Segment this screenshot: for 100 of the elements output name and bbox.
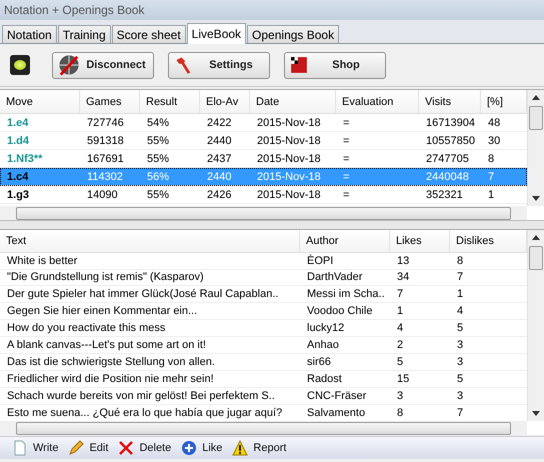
table-cell-text: 7 bbox=[396, 287, 404, 302]
table-cell-text: 48 bbox=[487, 116, 502, 130]
comment-row[interactable]: Der gute Spieler hat immer Glück(José Raul Capablan.. Messi im Scha.. 7 1 bbox=[0, 286, 527, 304]
shop-button[interactable]: Shop bbox=[284, 52, 386, 78]
scroll-up-icon[interactable] bbox=[532, 235, 540, 240]
column-header[interactable]: Author bbox=[300, 230, 390, 252]
table-cell-text: 56% bbox=[146, 170, 170, 184]
move-row[interactable]: 1.c4 114302 56% 2440 2015-Nov-18 = 2440048 7 bbox=[0, 168, 527, 186]
column-header[interactable]: Elo-Av bbox=[200, 90, 250, 113]
comment-row[interactable]: Gegen Sie hier einen Kommentar ein... Voodoo Chile 1 4 bbox=[0, 303, 527, 320]
comment-row[interactable]: White is better ÈOPI 13 8 bbox=[0, 252, 527, 270]
table-cell-text: How do you reactivate this mess bbox=[6, 321, 166, 336]
table-cell-text: Voodoo Chile bbox=[306, 304, 374, 320]
document-icon bbox=[12, 440, 28, 456]
table-cell-text: 4 bbox=[396, 321, 404, 336]
table-cell-text: = bbox=[342, 116, 350, 130]
table-cell-text: 2437 bbox=[206, 152, 232, 166]
table-cell-text: Anhao bbox=[306, 338, 340, 354]
scroll-up-icon[interactable] bbox=[532, 95, 540, 100]
comment-row[interactable]: "Die Grundstellung ist remis" (Kasparov) DarthVader 34 7 bbox=[0, 270, 527, 286]
table-cell-text: 1 bbox=[456, 287, 464, 302]
table-cell-text: 1.d4 bbox=[6, 134, 30, 148]
column-header[interactable]: Text bbox=[0, 230, 300, 252]
table-cell-text: Salvamento bbox=[306, 406, 366, 421]
settings-button[interactable]: Settings bbox=[168, 52, 270, 78]
table-cell-text: 1 bbox=[487, 188, 496, 202]
table-cell-text: = bbox=[342, 134, 350, 148]
table-cell-text: 2422 bbox=[206, 116, 232, 130]
table-cell-text: 2015-Nov-18 bbox=[256, 116, 322, 130]
table-cell-text: 4 bbox=[456, 304, 464, 320]
tab[interactable]: Notation bbox=[2, 25, 57, 43]
column-header[interactable]: Games bbox=[80, 90, 140, 113]
table-cell-text: A blank canvas---Let's put some art on it! bbox=[6, 338, 207, 354]
table-cell-text: 5 bbox=[456, 321, 464, 336]
column-header[interactable]: Likes bbox=[390, 230, 450, 252]
delete-icon bbox=[118, 440, 134, 456]
write-button[interactable]: Write bbox=[12, 440, 58, 456]
table-cell-text: 7 bbox=[456, 406, 464, 421]
window-title: Notation + Openings Book bbox=[0, 0, 544, 20]
comment-row[interactable]: Das ist die schwierigste Stellung von allen. sir66 5 3 bbox=[0, 354, 527, 372]
table-cell-text: 8 bbox=[456, 254, 464, 268]
comment-row[interactable]: A blank canvas---Let's put some art on it! Anhao 2 3 bbox=[0, 337, 527, 354]
table-cell-text: 7 bbox=[456, 270, 464, 286]
column-header[interactable]: Date bbox=[250, 90, 336, 113]
table-cell-text: 5 bbox=[396, 355, 404, 370]
table-cell-text: 30 bbox=[487, 134, 502, 148]
scroll-down-icon[interactable] bbox=[532, 411, 540, 416]
table-cell-text: 2 bbox=[396, 338, 404, 354]
column-header[interactable]: Evaluation bbox=[336, 90, 419, 113]
scroll-thumb[interactable] bbox=[529, 106, 543, 130]
column-header[interactable]: Visits bbox=[419, 90, 481, 113]
column-header[interactable]: Result bbox=[140, 90, 200, 113]
scroll-down-icon[interactable] bbox=[532, 196, 540, 201]
table-cell-text: 2015-Nov-18 bbox=[256, 170, 322, 184]
tab[interactable]: Training bbox=[58, 25, 111, 43]
comment-row[interactable]: Friedlicher wird die Position nie mehr sein! Radost 15 5 bbox=[0, 371, 527, 388]
table-cell-text: 2440 bbox=[206, 170, 232, 184]
disconnect-button[interactable]: Disconnect bbox=[52, 52, 154, 78]
vertical-scrollbar[interactable] bbox=[527, 230, 544, 421]
table-cell-text: 54% bbox=[146, 116, 170, 130]
table-cell-text: 167691 bbox=[86, 152, 125, 166]
tab[interactable]: LiveBook bbox=[186, 23, 246, 44]
table-cell-text: 1.g3 bbox=[6, 188, 30, 202]
table-cell-text: CNC-Fräser bbox=[306, 389, 368, 404]
globe-icon bbox=[58, 54, 80, 76]
tab[interactable]: Score sheet bbox=[112, 25, 186, 43]
table-cell-text: Der gute Spieler hat immer Glück(José Raul Capablan.. bbox=[6, 287, 280, 302]
table-cell-text: Das ist die schwierigste Stellung von allen. bbox=[6, 355, 216, 370]
comment-row[interactable]: Schach wurde bereits von mir gelöst! Bei perfektem S.. CNC-Fräser 3 3 bbox=[0, 388, 527, 405]
table-cell-text: 2015-Nov-18 bbox=[256, 152, 322, 166]
table-cell-text: sir66 bbox=[306, 355, 332, 370]
table-cell-text: 2015-Nov-18 bbox=[256, 134, 322, 148]
table-cell-text: 8 bbox=[487, 152, 496, 166]
tab[interactable]: Openings Book bbox=[247, 25, 340, 43]
table-cell-text: 3 bbox=[456, 389, 464, 404]
table-cell-text: Gegen Sie hier einen Kommentar ein... bbox=[6, 304, 198, 320]
table-cell-text: 55% bbox=[146, 152, 170, 166]
vertical-scrollbar[interactable] bbox=[527, 90, 544, 206]
edit-button[interactable]: Edit bbox=[68, 440, 108, 456]
comment-row[interactable]: Esto me suena... ¿Qué era lo que había que jugar aquí? Salvamento 8 7 bbox=[0, 405, 527, 422]
column-header[interactable]: Move bbox=[0, 90, 80, 113]
comment-row[interactable]: How do you reactivate this mess lucky12 4 5 bbox=[0, 320, 527, 338]
table-cell-text: 352321 bbox=[425, 188, 464, 202]
table-cell-text: ÈOPI bbox=[306, 254, 334, 268]
table-cell-text: lucky12 bbox=[306, 321, 346, 336]
table-cell-text: Friedlicher wird die Position nie mehr sein! bbox=[6, 372, 215, 388]
table-cell-text: 1 bbox=[396, 304, 404, 320]
table-cell-text: 727746 bbox=[86, 116, 125, 130]
table-cell-text: 114302 bbox=[86, 170, 124, 184]
table-cell-text: 3 bbox=[456, 355, 464, 370]
table-cell-text: 591318 bbox=[86, 134, 125, 148]
like-button[interactable]: Like bbox=[181, 440, 222, 456]
table-cell-text: 1.c4 bbox=[6, 170, 30, 184]
table-cell-text: 2426 bbox=[206, 188, 232, 202]
report-button[interactable]: Report bbox=[232, 440, 286, 456]
splitter[interactable] bbox=[0, 220, 544, 229]
scroll-thumb[interactable] bbox=[529, 246, 543, 270]
table-cell-text: 5 bbox=[456, 372, 464, 388]
plus-icon bbox=[181, 440, 198, 456]
delete-button[interactable]: Delete bbox=[118, 440, 172, 456]
